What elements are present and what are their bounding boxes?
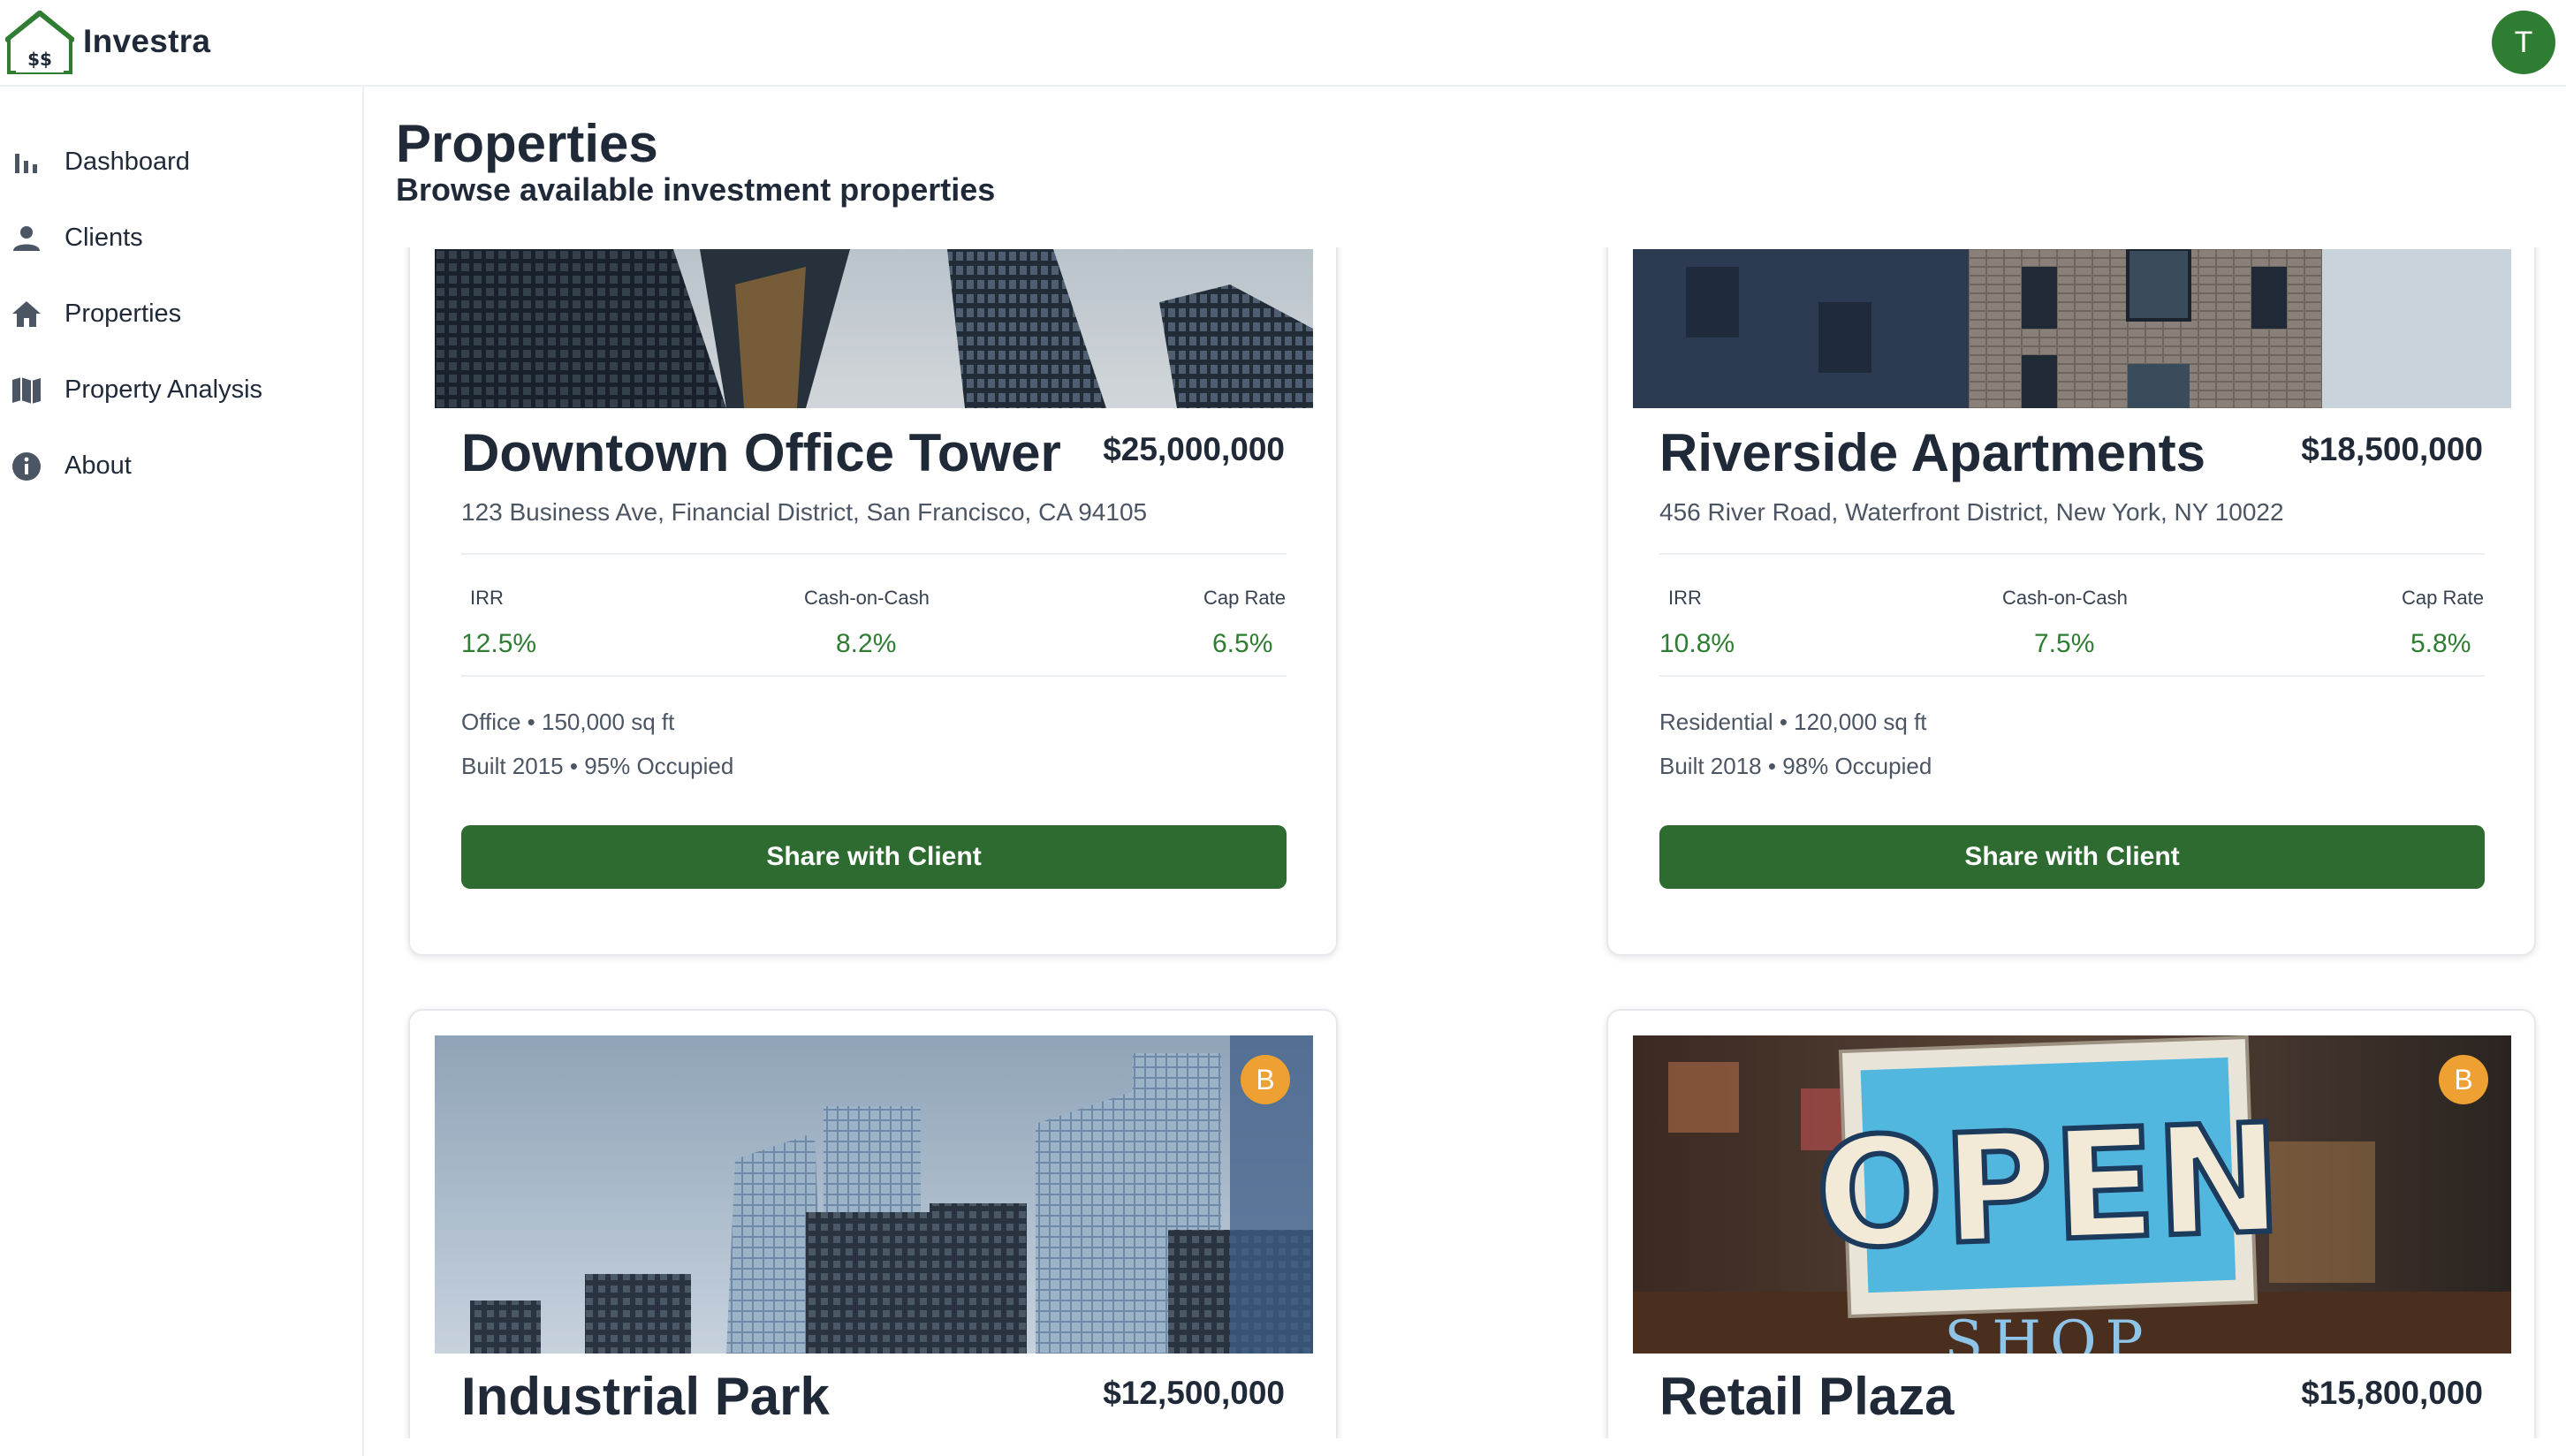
property-built-occupancy: Built 2015 • 95% Occupied [461,753,734,779]
cap-rate-value: 5.8% [2410,629,2471,658]
property-price: $15,800,000 [2301,1375,2483,1411]
property-name: Downtown Office Tower [461,423,1061,482]
divider [1659,553,2485,555]
irr-label: IRR [470,587,504,609]
divider [1659,675,2485,677]
property-address: 456 River Road, Waterfront District, New… [1659,498,2284,526]
share-with-client-button[interactable]: Share with Client [1659,825,2485,889]
coc-value: 8.2% [836,629,897,658]
property-price: $18,500,000 [2301,431,2483,467]
person-icon [11,223,42,254]
info-icon [11,451,42,482]
properties-grid[interactable]: Downtown Office Tower $25,000,000 123 Bu… [366,247,2566,1438]
cap-rate-label: Cap Rate [2402,587,2484,609]
sidebar-item-property-analysis[interactable]: Property Analysis [0,359,362,422]
property-name: Industrial Park [461,1367,830,1426]
divider [461,675,1287,677]
sidebar-item-properties[interactable]: Properties [0,283,362,346]
top-bar: $$ Investra T [0,0,2566,87]
map-icon [11,375,42,406]
property-photo [435,1035,1313,1354]
coc-label: Cash-on-Cash [2002,587,2128,609]
badge: B [1241,1055,1290,1104]
sidebar-item-about[interactable]: About [0,435,362,498]
property-card[interactable]: OPEN SHOP B Retail Plaza $15,800,000 [1606,1009,2536,1438]
property-type-size: Residential • 120,000 sq ft [1659,709,1927,735]
brand-name[interactable]: Investra [83,23,210,60]
open-sign-text: OPEN [1812,1092,2284,1283]
sidebar-item-label: Property Analysis [65,375,263,404]
property-built-occupancy: Built 2018 • 98% Occupied [1659,753,1932,779]
property-price: $12,500,000 [1103,1375,1285,1411]
property-name: Riverside Apartments [1659,423,2205,482]
bar-chart-icon [11,147,42,178]
property-card[interactable]: B Industrial Park $12,500,000 [408,1009,1338,1438]
investra-logo-icon[interactable]: $$ [4,10,76,74]
sidebar-item-clients[interactable]: Clients [0,207,362,270]
coc-value: 7.5% [2034,629,2095,658]
sidebar-item-label: Clients [65,224,143,252]
irr-value: 12.5% [461,629,537,658]
irr-label: IRR [1668,587,1702,609]
page-subtitle: Browse available investment properties [396,171,996,208]
shop-sign-text: SHOP [1944,1309,2152,1354]
property-card[interactable]: Downtown Office Tower $25,000,000 123 Bu… [408,247,1338,956]
property-photo [1633,249,2511,408]
property-photo [435,249,1313,408]
svg-text:$$: $$ [27,49,52,70]
sidebar: Dashboard Clients Properties Property An… [0,87,364,1456]
sidebar-item-label: About [65,451,132,480]
sidebar-item-label: Properties [65,300,182,328]
property-type-size: Office • 150,000 sq ft [461,709,675,735]
cap-rate-label: Cap Rate [1203,587,1286,609]
property-address: 123 Business Ave, Financial District, Sa… [461,498,1148,526]
divider [461,553,1287,555]
property-name: Retail Plaza [1659,1367,1955,1426]
coc-label: Cash-on-Cash [804,587,930,609]
property-price: $25,000,000 [1103,431,1285,467]
badge: B [2439,1055,2488,1104]
page-title: Properties [396,114,658,173]
property-card[interactable]: Riverside Apartments $18,500,000 456 Riv… [1606,247,2536,956]
property-photo: OPEN SHOP [1633,1035,2511,1354]
sidebar-item-label: Dashboard [65,148,190,176]
share-with-client-button[interactable]: Share with Client [461,825,1287,889]
user-avatar[interactable]: T [2492,11,2555,74]
home-icon [11,299,42,330]
cap-rate-value: 6.5% [1212,629,1273,658]
sidebar-item-dashboard[interactable]: Dashboard [0,131,362,194]
irr-value: 10.8% [1659,629,1735,658]
